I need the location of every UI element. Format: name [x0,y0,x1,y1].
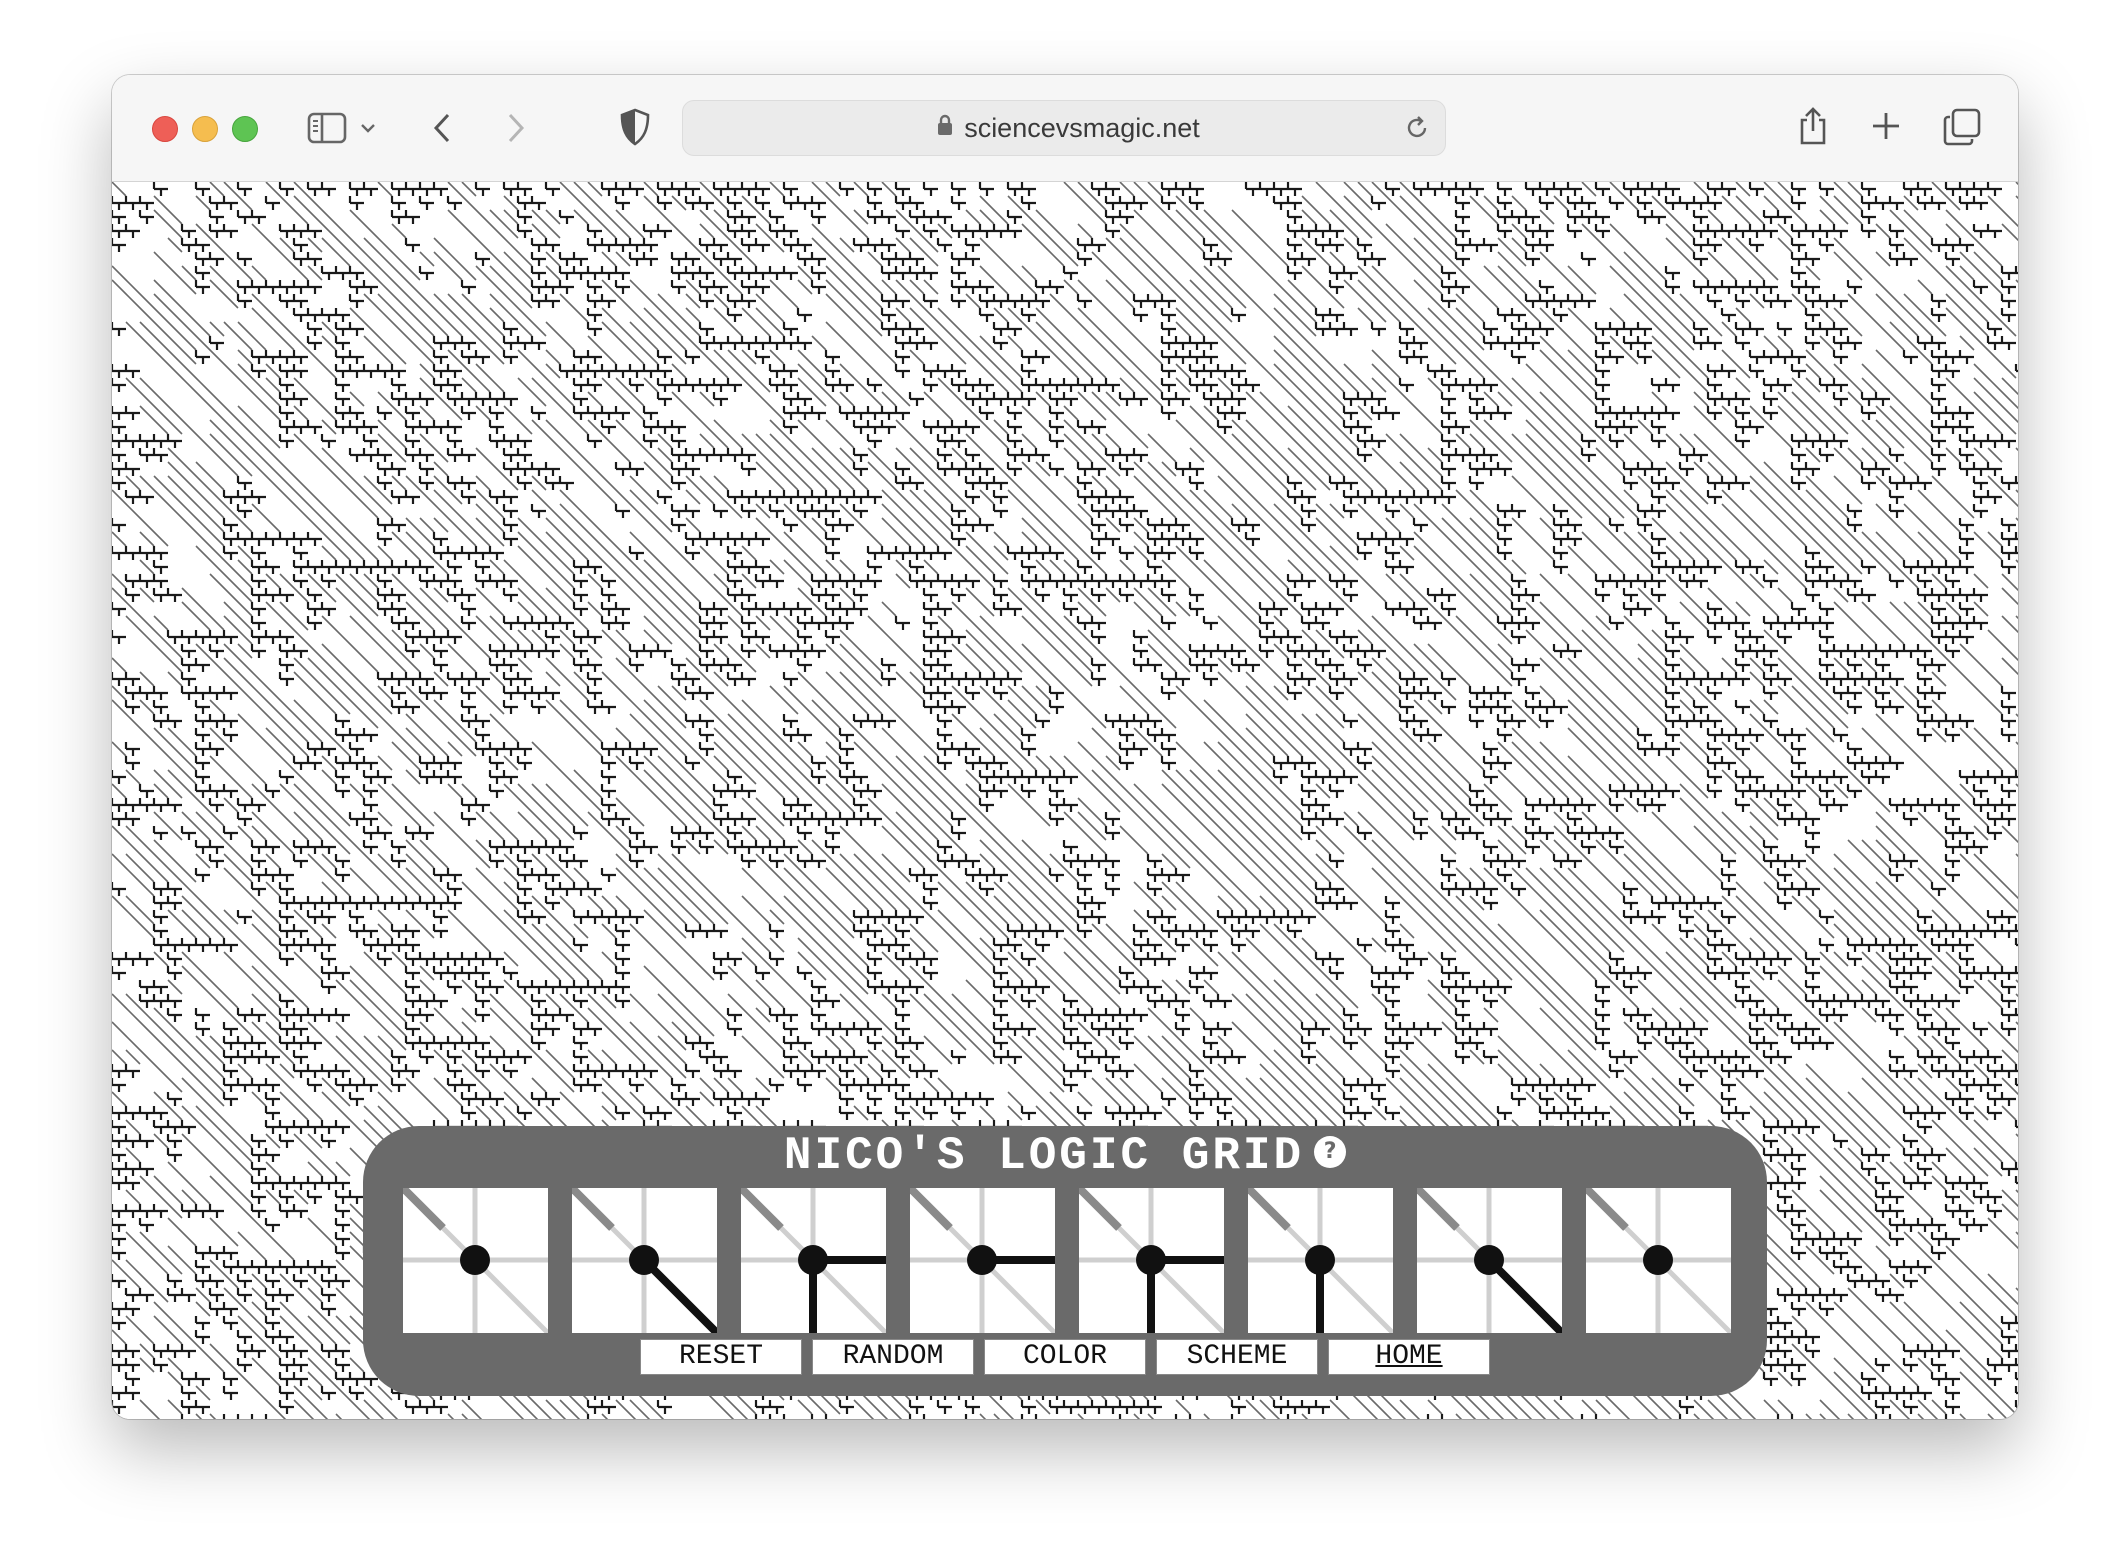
rule-tile[interactable] [403,1188,548,1333]
lock-icon [936,113,954,144]
url-text: sciencevsmagic.net [964,112,1200,143]
close-window-button[interactable] [152,116,178,142]
reload-icon[interactable] [1403,114,1431,142]
chevron-down-icon[interactable] [358,119,378,137]
control-panel: NICO'S LOGIC GRID? RESET RANDOM COLOR SC… [363,1126,1767,1396]
sidebar-icon[interactable] [307,111,349,145]
page-content: NICO'S LOGIC GRID? RESET RANDOM COLOR SC… [112,182,2018,1419]
rule-tile[interactable] [1248,1188,1393,1333]
shield-icon[interactable] [618,107,652,147]
maximize-window-button[interactable] [232,116,258,142]
rule-tile[interactable] [910,1188,1055,1333]
reset-button[interactable]: RESET [640,1339,802,1375]
rule-tile[interactable] [572,1188,717,1333]
minimize-window-button[interactable] [192,116,218,142]
forward-icon[interactable] [502,109,528,147]
rule-tiles [403,1188,1731,1333]
rule-tile[interactable] [1417,1188,1562,1333]
button-row: RESET RANDOM COLOR SCHEME HOME [363,1339,1767,1375]
help-icon[interactable]: ? [1314,1135,1347,1168]
rule-tile[interactable] [1586,1188,1731,1333]
color-button[interactable]: COLOR [984,1339,1146,1375]
title-text: NICO'S LOGIC GRID [783,1130,1305,1182]
back-icon[interactable] [430,109,456,147]
rule-tile[interactable] [741,1188,886,1333]
browser-toolbar: sciencevsmagic.net [112,75,2018,182]
browser-window: sciencevsmagic.net NICO'S LOGIC GRID? RE… [112,75,2018,1419]
home-link[interactable]: HOME [1328,1339,1490,1375]
random-button[interactable]: RANDOM [812,1339,974,1375]
plus-icon[interactable] [1870,109,1902,143]
scheme-button[interactable]: SCHEME [1156,1339,1318,1375]
panel-title: NICO'S LOGIC GRID? [363,1128,1767,1184]
tabs-icon[interactable] [1942,107,1982,147]
address-bar[interactable]: sciencevsmagic.net [682,100,1446,156]
share-icon[interactable] [1796,105,1830,147]
rule-tile[interactable] [1079,1188,1224,1333]
